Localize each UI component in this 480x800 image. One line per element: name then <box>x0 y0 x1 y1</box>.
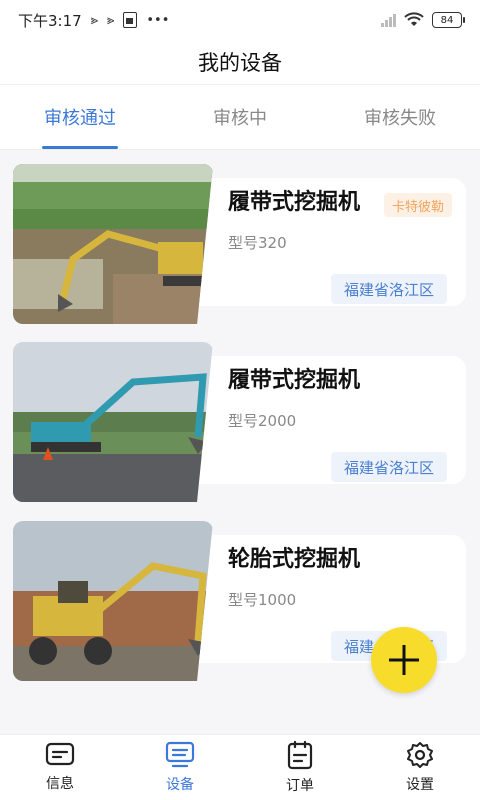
excavator-photo <box>13 521 213 681</box>
nav-label: 信息 <box>46 776 74 792</box>
device-model: 型号2000 <box>228 412 297 430</box>
nav-label: 设置 <box>406 777 434 793</box>
bottom-nav: 信息 设备 订单 设置 <box>0 734 480 800</box>
tab-under-review[interactable]: 审核中 <box>160 85 320 149</box>
device-card[interactable]: 履带式挖掘机 型号2000 福建省洛江区 <box>0 340 480 502</box>
nav-label: 设备 <box>166 777 194 793</box>
page-title: 我的设备 <box>0 40 480 84</box>
device-title: 履带式挖掘机 <box>228 368 361 393</box>
device-title: 轮胎式挖掘机 <box>228 547 361 572</box>
status-bar: 下午3:17 ⪢ ⪢ ••• 84 <box>0 0 480 40</box>
excavator-photo <box>13 164 213 324</box>
message-icon <box>45 742 75 766</box>
order-icon <box>287 740 313 770</box>
device-icon <box>165 741 195 768</box>
wifi-icon <box>404 12 424 26</box>
nav-label: 订单 <box>286 778 314 794</box>
nav-item-order[interactable]: 订单 <box>240 735 360 800</box>
share-icon: ⪢ <box>107 12 115 28</box>
location-tag: 福建省洛江区 <box>331 452 448 482</box>
nav-item-device[interactable]: 设备 <box>120 735 240 800</box>
excavator-photo <box>13 342 213 502</box>
add-device-button[interactable] <box>371 627 437 693</box>
location-tag: 福建省洛江区 <box>331 274 448 304</box>
tab-approved[interactable]: 审核通过 <box>0 85 160 149</box>
device-card[interactable]: 履带式挖掘机 卡特彼勒 型号320 福建省洛江区 <box>0 162 480 324</box>
status-time: 下午3:17 <box>18 11 82 30</box>
gear-icon <box>407 742 433 768</box>
plus-icon <box>389 645 419 675</box>
nav-item-settings[interactable]: 设置 <box>360 735 480 800</box>
device-model: 型号320 <box>228 234 287 252</box>
nav-item-info[interactable]: 信息 <box>0 735 120 800</box>
device-model: 型号1000 <box>228 591 297 609</box>
signal-icon <box>381 13 396 27</box>
brand-badge: 卡特彼勒 <box>384 193 453 217</box>
share-icon: ⪢ <box>90 12 99 28</box>
tab-rejected[interactable]: 审核失败 <box>320 85 480 149</box>
more-dots-icon: ••• <box>146 12 170 28</box>
device-title: 履带式挖掘机 <box>228 190 361 215</box>
battery-icon: 84 <box>432 12 465 28</box>
tab-bar: 审核通过 审核中 审核失败 <box>0 84 480 150</box>
sim-icon <box>123 12 138 28</box>
